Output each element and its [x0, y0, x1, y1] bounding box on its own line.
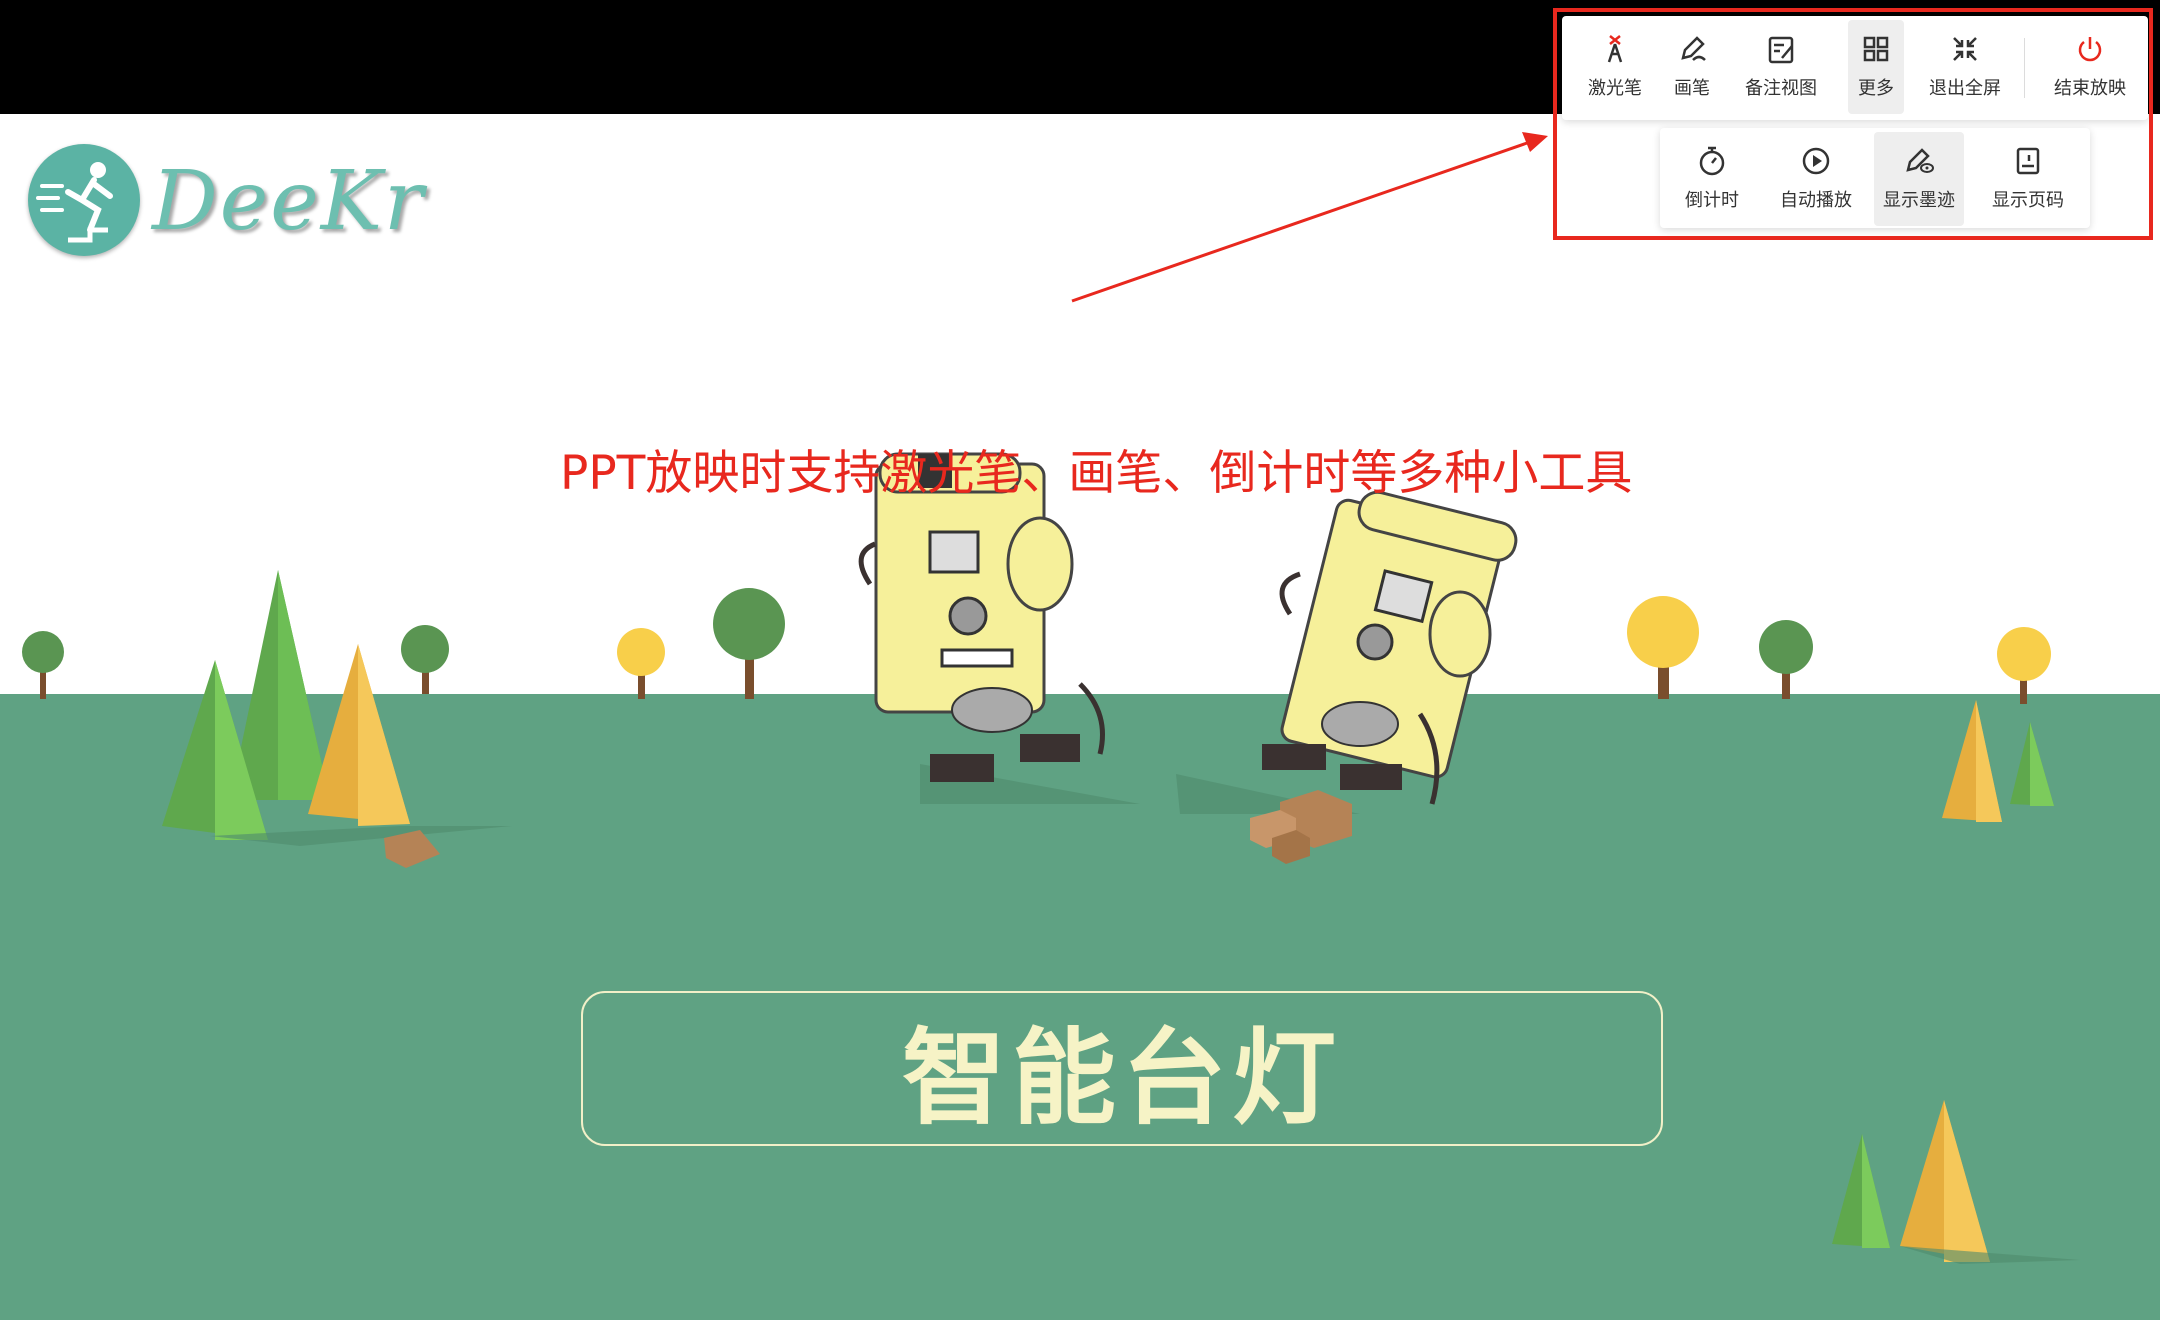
slide-title-box: 智能台灯 — [581, 991, 1663, 1146]
logo-text: DeeKr — [152, 154, 426, 249]
tree-left-2 — [401, 625, 449, 694]
deekr-logo: DeeKr — [28, 144, 448, 264]
cone-trees-right — [1832, 700, 2080, 1264]
tree-green-right — [1759, 620, 1813, 699]
slide-title: 智能台灯 — [901, 1017, 1342, 1139]
robot-right — [1176, 490, 1518, 814]
annotation-caption: PPT放映时支持激光笔、画笔、倒计时等多种小工具 — [560, 446, 1633, 501]
tree-yellow-2 — [1627, 596, 1699, 699]
tree-yellow-1 — [617, 628, 665, 699]
robot-left — [858, 452, 1140, 804]
cone-trees-left — [162, 570, 512, 868]
tree-green-mid — [713, 588, 785, 699]
tree-yellow-3 — [1997, 627, 2051, 704]
runner-logo-icon — [28, 144, 140, 256]
slide-canvas: DeeKr PPT放映时支持激光笔、画笔、倒计时等多种小工具 智能台灯 — [0, 114, 2160, 1320]
tree-left-small — [22, 631, 64, 699]
annotation-highlight-box — [1553, 8, 2153, 240]
